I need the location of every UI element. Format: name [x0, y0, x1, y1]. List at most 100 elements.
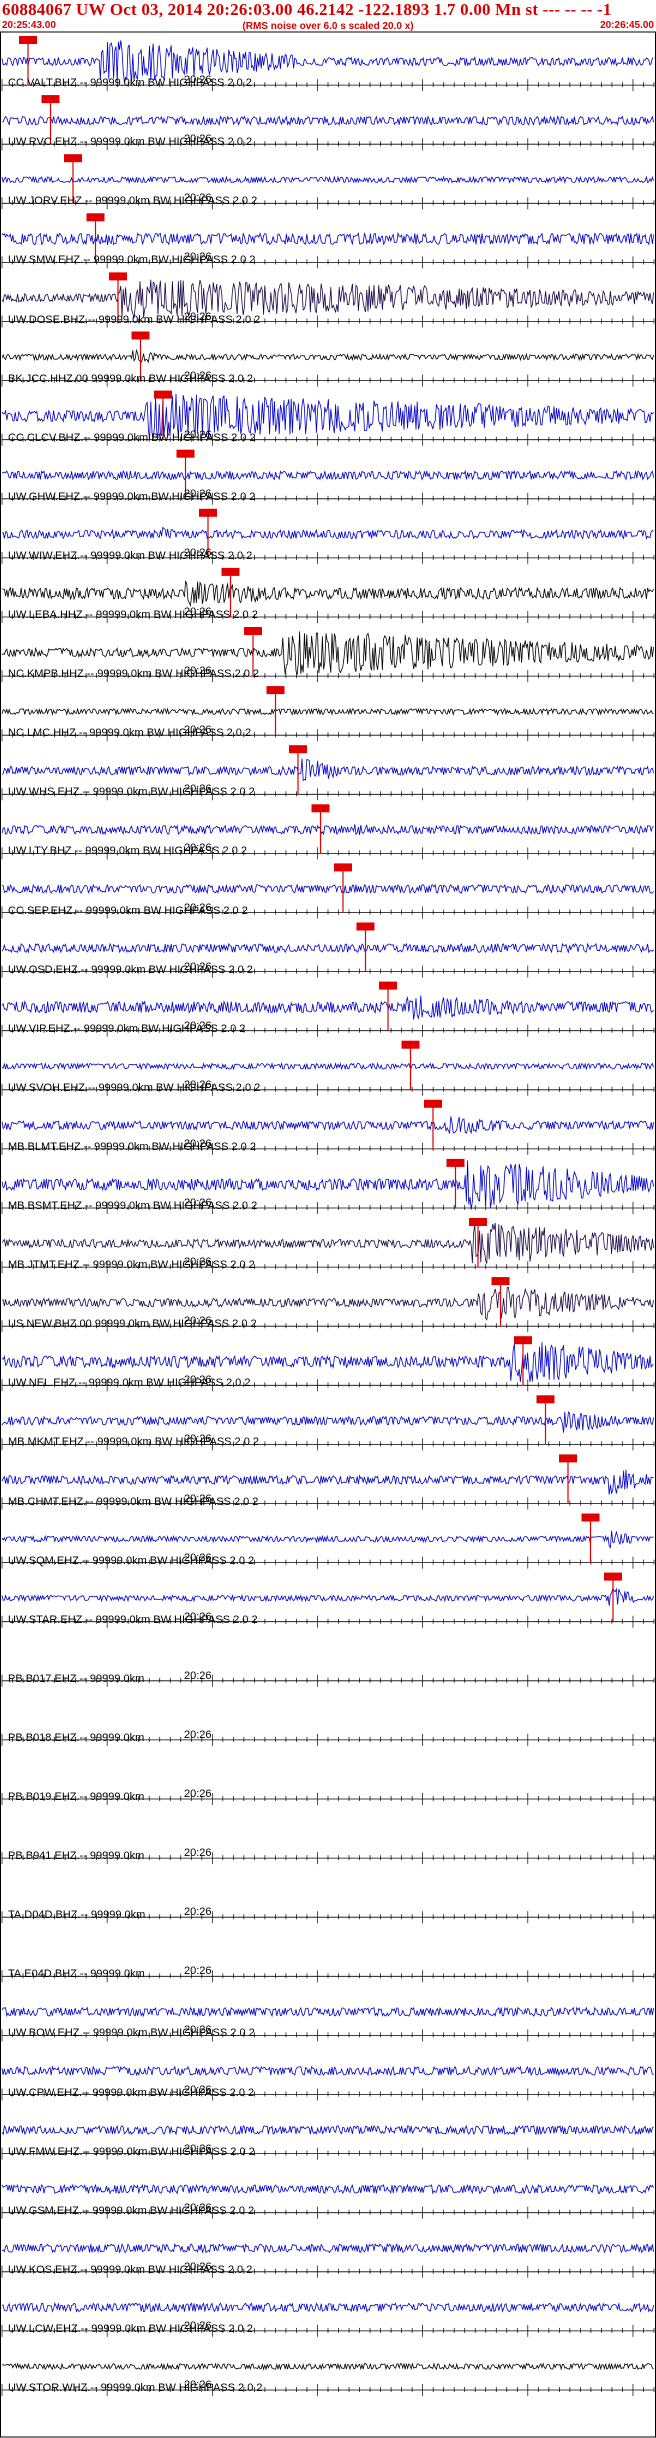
- trace-label: UW.OSD.EHZ.-- 99999.0km BW HIGHPASS 2.0 …: [8, 963, 253, 976]
- waveform-trace: [1, 1587, 654, 1606]
- pick-flag: [469, 1218, 487, 1226]
- waveform-trace: [1, 279, 654, 319]
- trace-label: UW.KOS.EHZ.-- 99999.0km BW HIGHPASS 2.0 …: [8, 2263, 253, 2276]
- pick-flag: [536, 1395, 555, 1404]
- waveform-trace: [1, 1062, 654, 1071]
- trace-label: UW.VIP.EHZ.-- 99999.0km BW HIGHPASS 2.0 …: [8, 1022, 246, 1035]
- pick-flag: [221, 567, 240, 576]
- waveform-trace: [1, 1222, 654, 1264]
- trace-label: UW.STAR.EHZ.-- 99999.0km BW HIGHPASS 2.0…: [8, 1613, 258, 1626]
- pick-flag: [424, 1099, 442, 1108]
- waveform-trace: [1, 2302, 654, 2313]
- pick-flag: [131, 331, 150, 340]
- trace-label: PB.B017.EHZ.-- 99999.0km: [8, 1672, 145, 1685]
- trace-label: UW.SQM.EHZ.-- 99999.0km BW HIGHPASS 2.0 …: [8, 1554, 255, 1567]
- waveform-trace: [1, 469, 654, 481]
- trace-label: NC.KMPB.HHZ.-- 99999.0km BW HIGHPASS 2.0…: [8, 668, 260, 681]
- trace-label: UW.BOW.EHZ.-- 99999.0km BW HIGHPASS 2.0 …: [8, 2027, 255, 2040]
- trace-label: MB.JTMT.EHZ.-- 99999.0km BW HIGHPASS 2.0…: [8, 1259, 255, 1272]
- waveform-trace: [1, 2065, 654, 2077]
- pick-flag: [401, 1040, 420, 1049]
- waveform-trace: [1, 1286, 654, 1321]
- pick-flag: [334, 863, 352, 872]
- trace-label: MB.CHMT.EHZ.-- 99999.0km BW HIGHPASS 2.0…: [8, 1495, 259, 1508]
- pick-flag: [266, 686, 285, 695]
- pick-flag: [154, 390, 172, 399]
- pick-flag: [514, 1336, 532, 1345]
- trace-label: MB.MKMT.EHZ.-- 99999.0km BW HIGHPASS 2.0…: [8, 1436, 260, 1449]
- minute-tick-label: 20:26: [184, 1906, 212, 1919]
- trace-label: UW.WIW.EHZ.-- 99999.0km BW HIGHPASS 2.0 …: [8, 549, 253, 562]
- trace-label: UW.DOSE.BHZ.-- 99999.0km BW HIGHPASS 2.0…: [8, 313, 261, 326]
- trace-label: CC.SEP.EHZ.-- 99999.0km BW HIGHPASS 2.0 …: [8, 904, 248, 917]
- pick-flag: [19, 36, 37, 44]
- trace-label: UW.CPW.EHZ.-- 99999.0km BW HIGHPASS 2.0 …: [8, 2086, 255, 2099]
- waveform-trace: [2, 115, 654, 127]
- trace-label: UW.FMW.EHZ.-- 99999.0km BW HIGHPASS 2.0 …: [8, 2145, 255, 2158]
- pick-flag: [176, 449, 195, 458]
- waveform-trace: [1, 1116, 654, 1135]
- waveform-trace: [1, 2006, 654, 2018]
- waveform-trace: [1, 824, 654, 836]
- minute-tick-label: 20:26: [184, 1669, 212, 1682]
- trace-label: UW.STOR.WHZ.-- 99999.0km BW HIGHPASS 2.0…: [8, 2382, 263, 2394]
- trace-label: PB.B941.EHZ.-- 99999.0km: [8, 1850, 145, 1863]
- trace-label: NC.LMC.HHZ.-- 99999.0km BW HIGHPASS 2.0 …: [8, 727, 252, 740]
- waveform-trace: [1, 175, 654, 185]
- trace-label: UW.SMW.EHZ.-- 99999.0km BW HIGHPASS 2.0 …: [8, 254, 256, 267]
- pick-flag: [559, 1454, 577, 1463]
- pick-flag: [86, 213, 105, 222]
- trace-label: UW.GHW.EHZ.-- 99999.0km BW HIGHPASS 2.0 …: [8, 490, 256, 503]
- trace-label: UW.NEL.EHZ.-- 99999.0km BW HIGHPASS 2.0 …: [8, 1377, 251, 1390]
- waveform-trace: [1, 942, 654, 954]
- waveform-trace: [1, 348, 654, 364]
- trace-label: BK.JCC.HHZ.00 99999.0km BW HIGHPASS 2.0 …: [8, 372, 253, 385]
- pick-flag: [491, 1277, 510, 1286]
- trace-label: PB.B019.EHZ.-- 99999.0km: [8, 1791, 145, 1803]
- minute-tick-label: 20:26: [184, 1788, 212, 1800]
- trace-label: MB.BSMT.EHZ.-- 99999.0km BW HIGHPASS 2.0…: [8, 1200, 258, 1212]
- waveform-trace: [1, 2124, 654, 2136]
- waveform-trace: [1, 1530, 654, 1549]
- pick-flag: [379, 981, 397, 990]
- seismogram-plot: [0, 31, 656, 2438]
- pick-flag: [244, 627, 262, 635]
- pick-flag: [199, 508, 217, 517]
- waveform-trace: [1, 2362, 654, 2371]
- pick-flag: [41, 95, 60, 104]
- waveform-trace: [1, 580, 654, 608]
- waveform-trace: [1, 526, 654, 540]
- pick-flag: [109, 272, 127, 281]
- waveform-trace: [1, 2183, 654, 2195]
- trace-label: CC.CLCV.BHZ.-- 99999.0km BW HIGHPASS 2.0…: [8, 431, 256, 444]
- trace-label: UW.SVOH.EHZ.-- 99999.0km BW HIGHPASS 2.0…: [8, 1081, 261, 1094]
- trace-label: CC.VALT.BHZ.-- 99999.0km BW HIGHPASS 2.0…: [8, 77, 252, 90]
- minute-tick-label: 20:26: [184, 1847, 212, 1860]
- trace-label: UW.JORV.EHZ.-- 99999.0km BW HIGHPASS 2.0…: [8, 195, 258, 208]
- trace-label: UW.WHS.EHZ.-- 99999.0km BW HIGHPASS 2.0 …: [8, 786, 255, 799]
- minute-tick-label: 20:26: [184, 1965, 212, 1978]
- pick-flag: [289, 745, 307, 754]
- plot-border: [0, 31, 656, 2438]
- waveform-trace: [1, 707, 654, 716]
- pick-flag: [446, 1158, 465, 1167]
- waveform-trace: [1, 1342, 654, 1382]
- trace-label: PB.B018.EHZ.-- 99999.0km: [8, 1731, 145, 1744]
- trace-label: UW.RVC.EHZ.-- 99999.0km BW HIGHPASS 2.0 …: [8, 136, 253, 149]
- pick-flag: [581, 1513, 600, 1522]
- waveform-trace: [1, 231, 654, 246]
- trace-label: UW.LCW.EHZ.-- 99999.0km BW HIGHPASS 2.0 …: [8, 2322, 253, 2335]
- trace-label: UW.GSM.EHZ.-- 99999.0km BW HIGHPASS 2.0 …: [8, 2204, 255, 2217]
- minute-tick-label: 20:26: [184, 1728, 212, 1741]
- waveform-trace: [1, 758, 654, 782]
- pick-flag: [311, 804, 330, 813]
- waveform-trace: [1, 995, 654, 1020]
- waveform-trace: [1, 1469, 654, 1495]
- waveform-trace: [1, 883, 654, 895]
- trace-label: MB.BLMT.EHZ.-- 99999.0km BW HIGHPASS 2.0…: [8, 1140, 256, 1153]
- trace-label: US.NEW.BHZ.00 99999.0km BW HIGHPASS 2.0 …: [8, 1318, 257, 1331]
- trace-label: UW.LEBA.HHZ.-- 99999.0km BW HIGHPASS 2.0…: [8, 609, 258, 621]
- trace-label: TA.E04D.BHZ.-- 99999.0km: [8, 1968, 145, 1981]
- waveform-trace: [1, 1411, 654, 1433]
- pick-flag: [64, 154, 82, 163]
